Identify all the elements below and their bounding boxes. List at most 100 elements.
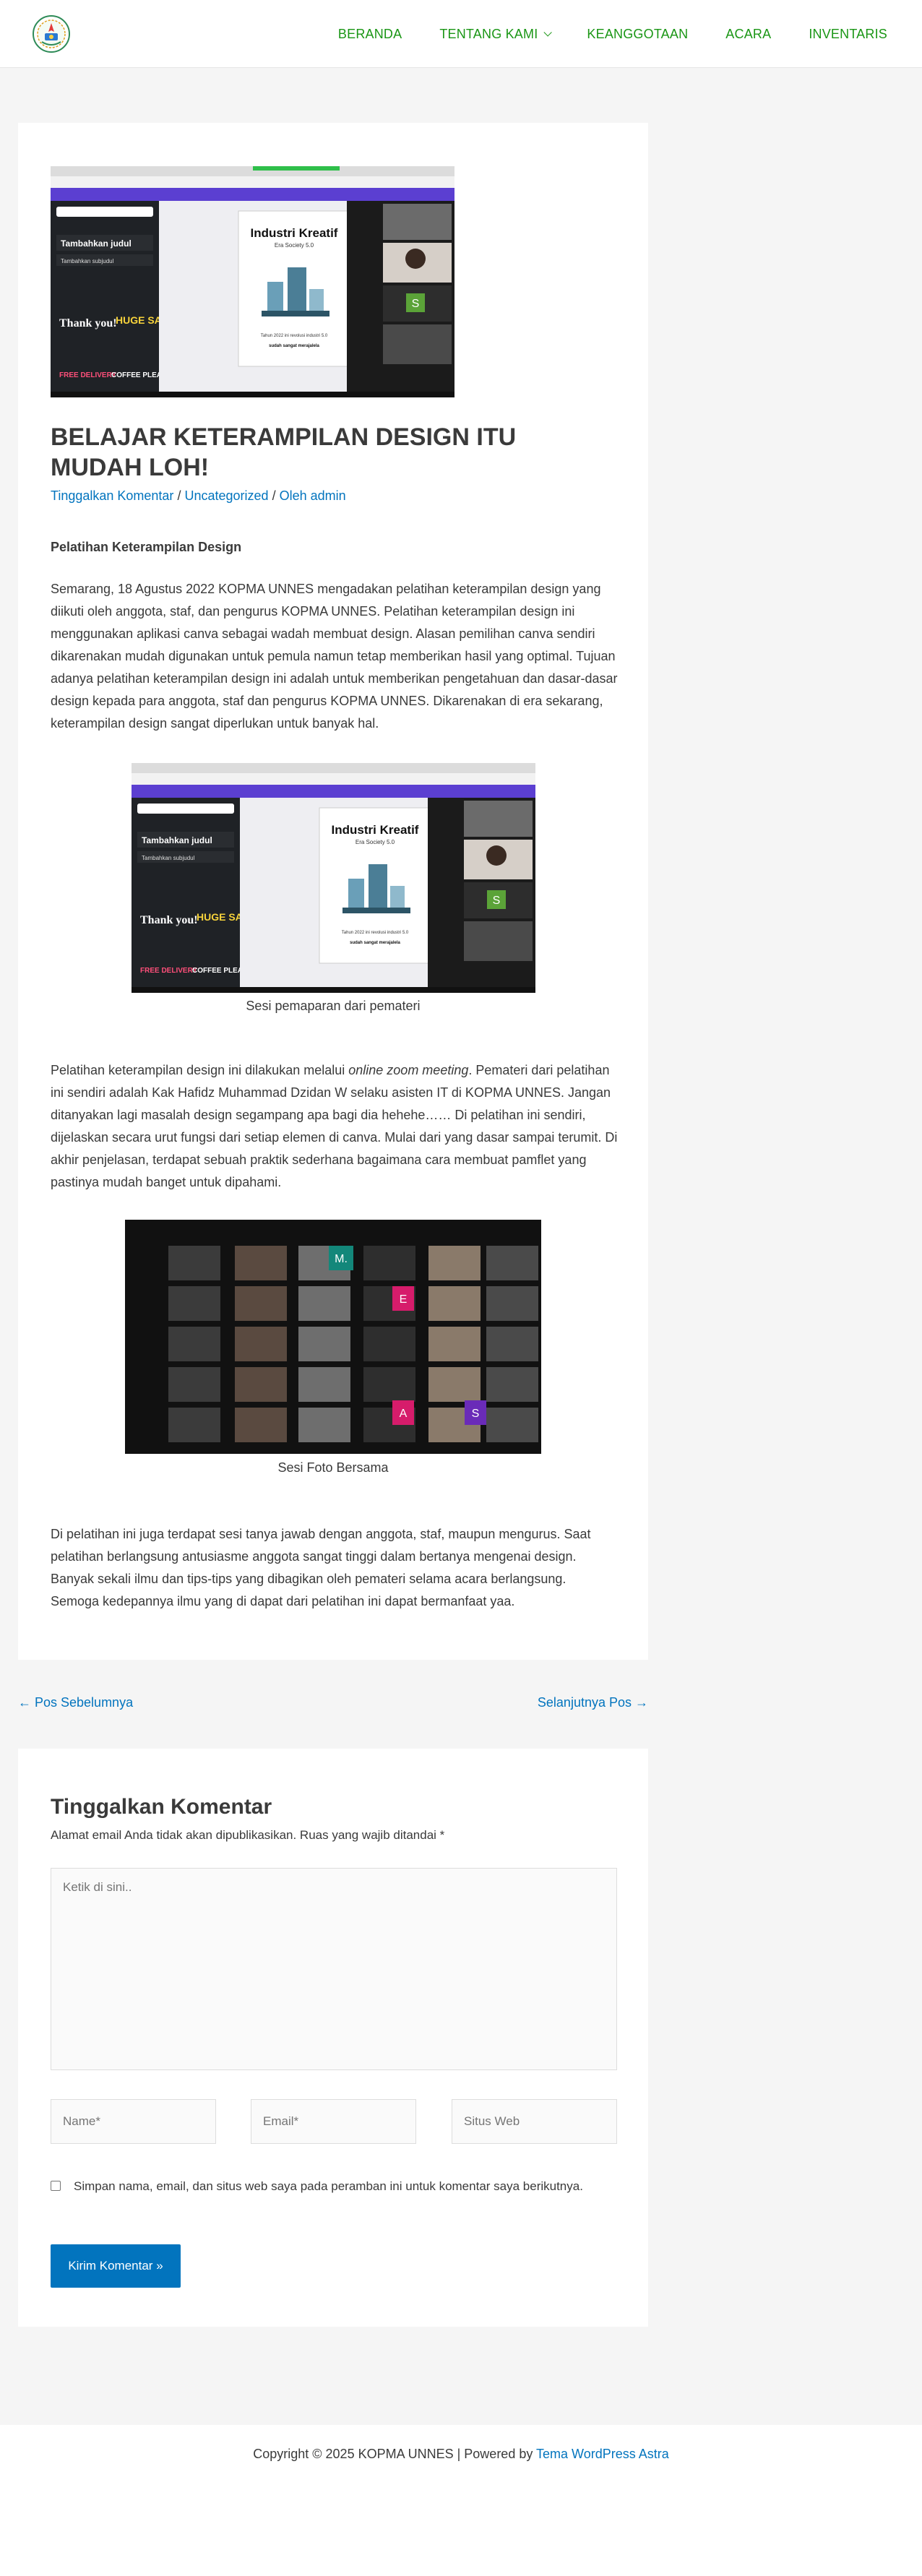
nav-label: ACARA — [725, 26, 772, 41]
figure-caption: Sesi pemaparan dari pemateri — [246, 999, 421, 1013]
svg-text:Tambahkan subjudul: Tambahkan subjudul — [142, 855, 195, 861]
svg-text:M.: M. — [335, 1253, 348, 1265]
paragraph-text: Pelatihan keterampilan design ini dilaku… — [51, 1063, 349, 1077]
participant-tile — [298, 1286, 350, 1321]
previous-post-link[interactable]: ← Pos Sebelumnya — [18, 1695, 133, 1710]
figure-caption: Sesi Foto Bersama — [277, 1460, 389, 1475]
paragraph-emphasis: online zoom meeting — [348, 1063, 469, 1077]
svg-text:S: S — [472, 1408, 480, 1420]
svg-text:Era Society 5.0: Era Society 5.0 — [356, 839, 395, 845]
comment-link[interactable]: Tinggalkan Komentar — [51, 488, 173, 503]
svg-text:sudah sangat merajalela: sudah sangat merajalela — [269, 344, 319, 348]
nav-item-keanggotaan[interactable]: KEANGGOTAAN — [568, 27, 707, 42]
participant-tile — [486, 1327, 538, 1361]
article-card: Tambahkan judul Tambahkan subjudul Thank… — [18, 123, 648, 1660]
canva-screenshot-image: Tambahkan judul Tambahkan subjudul Thank… — [132, 763, 535, 993]
nav-label: INVENTARIS — [809, 26, 887, 41]
participant-tile — [235, 1246, 287, 1280]
copyright-label: Copyright © 2025 KOPMA UNNES | Powered b… — [253, 2447, 537, 2461]
participant-tile — [168, 1286, 220, 1321]
nav-label: TENTANG KAMI — [439, 26, 538, 41]
site-header: BERANDA TENTANG KAMI KEANGGOTAAN ACARA I… — [0, 0, 922, 68]
participant-tile — [428, 1327, 481, 1361]
figure-presentation-image[interactable]: Tambahkan judul Tambahkan subjudul Thank… — [132, 763, 535, 993]
cookies-label: Simpan nama, email, dan situs web saya p… — [74, 2179, 583, 2193]
nav-label: BERANDA — [337, 26, 402, 41]
website-field[interactable] — [452, 2099, 617, 2144]
nav-item-beranda[interactable]: BERANDA — [319, 27, 421, 42]
nav-item-acara[interactable]: ACARA — [707, 27, 790, 42]
post-meta: Tinggalkan Komentar / Uncategorized / Ol… — [51, 488, 346, 504]
email-field[interactable] — [251, 2099, 416, 2144]
svg-text:Tambahkan judul: Tambahkan judul — [142, 835, 212, 845]
participant-tile — [486, 1367, 538, 1402]
svg-text:Thank you!: Thank you! — [59, 317, 117, 329]
name-field[interactable] — [51, 2099, 216, 2144]
cookies-checkbox[interactable] — [51, 2181, 61, 2191]
author-link[interactable]: Oleh admin — [280, 488, 346, 503]
participant-tile — [428, 1246, 481, 1280]
participant-tile — [486, 1286, 538, 1321]
svg-text:Tambahkan judul: Tambahkan judul — [61, 238, 132, 249]
participant-tile — [363, 1327, 415, 1361]
meta-separator: / — [177, 488, 185, 503]
zoom-gallery-image: M. E A S — [125, 1220, 541, 1454]
submit-comment-button[interactable]: Kirim Komentar » — [51, 2244, 181, 2288]
participant-tile — [235, 1327, 287, 1361]
theme-link[interactable]: Tema WordPress Astra — [536, 2447, 669, 2461]
svg-text:sudah sangat merajalela: sudah sangat merajalela — [350, 941, 400, 945]
participant-tile — [168, 1246, 220, 1280]
meta-separator: / — [272, 488, 280, 503]
svg-text:FREE DELIVERY: FREE DELIVERY — [140, 967, 197, 975]
svg-text:E: E — [400, 1293, 408, 1306]
participant-tile — [486, 1408, 538, 1442]
comment-notes: Alamat email Anda tidak akan dipublikasi… — [51, 1828, 445, 1842]
post-paragraph-1: Semarang, 18 Agustus 2022 KOPMA UNNES me… — [51, 582, 618, 731]
svg-text:S: S — [493, 895, 501, 907]
svg-text:Tahun 2022 ini revolusi indust: Tahun 2022 ini revolusi industri 5.0 — [342, 931, 409, 935]
paragraph-text: . Pemateri dari pelatihan ini sendiri ad… — [51, 1063, 618, 1189]
post-paragraph-2: Pelatihan keterampilan design ini dilaku… — [51, 1059, 618, 1194]
nav-item-inventaris[interactable]: INVENTARIS — [790, 27, 887, 42]
nav-label: KEANGGOTAAN — [587, 26, 689, 41]
svg-text:Industri Kreatif: Industri Kreatif — [251, 226, 338, 240]
next-post-link[interactable]: Selanjutnya Pos → — [538, 1695, 648, 1710]
comment-textarea[interactable] — [51, 1868, 617, 2070]
svg-text:Thank you!: Thank you! — [140, 914, 198, 926]
post-subheading: Pelatihan Keterampilan Design — [51, 540, 242, 554]
participant-tile — [235, 1408, 287, 1442]
participant-tile — [168, 1367, 220, 1402]
featured-image[interactable]: Tambahkan judul Tambahkan subjudul Thank… — [51, 166, 454, 397]
participant-tile — [363, 1367, 415, 1402]
chevron-down-icon[interactable] — [543, 28, 553, 37]
participant-tile — [428, 1286, 481, 1321]
participant-tile — [298, 1327, 350, 1361]
participant-tile — [428, 1367, 481, 1402]
svg-text:Era Society 5.0: Era Society 5.0 — [275, 242, 314, 249]
post-title: BELAJAR KETERAMPILAN DESIGN ITU MUDAH LO… — [51, 423, 517, 481]
participant-tile — [235, 1367, 287, 1402]
canva-screenshot-image: Tambahkan judul Tambahkan subjudul Thank… — [51, 166, 454, 397]
post-paragraph-3: Di pelatihan ini juga terdapat sesi tany… — [51, 1527, 591, 1608]
svg-text:FREE DELIVERY: FREE DELIVERY — [59, 371, 116, 379]
cookies-consent: Simpan nama, email, dan situs web saya p… — [51, 2175, 614, 2197]
svg-text:Tambahkan subjudul: Tambahkan subjudul — [61, 258, 114, 264]
participant-tile — [168, 1408, 220, 1442]
participant-tile — [298, 1367, 350, 1402]
copyright-text: Copyright © 2025 KOPMA UNNES | Powered b… — [0, 2447, 922, 2462]
nav-item-tentang-kami[interactable]: TENTANG KAMI — [421, 27, 568, 42]
participant-tile — [486, 1246, 538, 1280]
svg-text:A: A — [400, 1408, 408, 1420]
participant-tile — [363, 1246, 415, 1280]
site-footer: Copyright © 2025 KOPMA UNNES | Powered b… — [0, 2425, 922, 2576]
category-link[interactable]: Uncategorized — [184, 488, 268, 503]
site-logo[interactable] — [32, 14, 71, 53]
participant-tile — [235, 1286, 287, 1321]
participant-tile — [168, 1327, 220, 1361]
comment-section: Tinggalkan Komentar Alamat email Anda ti… — [18, 1749, 648, 2327]
figure-group-photo[interactable]: M. E A S — [125, 1220, 541, 1454]
main-navigation: BERANDA TENTANG KAMI KEANGGOTAAN ACARA I… — [319, 0, 887, 68]
kopma-logo-icon — [33, 15, 70, 53]
comment-form-title: Tinggalkan Komentar — [51, 1795, 272, 1819]
participant-tile — [298, 1408, 350, 1442]
